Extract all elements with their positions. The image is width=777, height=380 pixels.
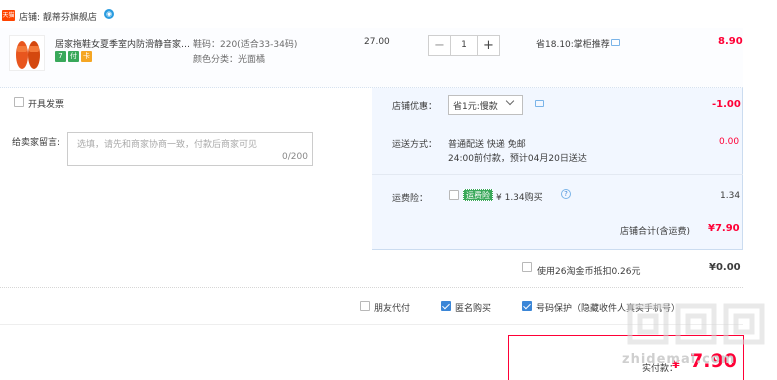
left-panel xyxy=(0,88,372,250)
coupon-discount: -1.00 xyxy=(712,99,741,110)
seven-day-return-icon: 7 xyxy=(55,51,66,62)
increase-button[interactable]: + xyxy=(477,36,499,55)
help-icon[interactable]: ? xyxy=(561,189,571,199)
coin-value: ¥0.00 xyxy=(709,262,741,273)
comment-icon[interactable] xyxy=(535,100,544,107)
invoice-label: 开具发票 xyxy=(28,100,65,110)
shipping-label: 运送方式： xyxy=(392,140,438,150)
product-badges: 7付卡 xyxy=(55,51,94,62)
saving-text: 省18.10:掌柜推荐 xyxy=(536,40,610,50)
watermark-text: zhidemai.com xyxy=(622,352,736,367)
message-placeholder: 选填，请先和商家协商一致，付款后商家可见 xyxy=(77,140,258,150)
decrease-button[interactable]: − xyxy=(429,36,451,55)
insurance-badge: 运费险 xyxy=(463,189,493,201)
anonymous-checkbox[interactable] xyxy=(441,301,451,311)
slipper-image xyxy=(16,41,40,69)
message-label: 给卖家留言: xyxy=(12,138,61,148)
shipping-method: 普通配送 快递 免邮 xyxy=(448,140,526,150)
coupon-selected: 省1元:慢款 xyxy=(453,102,498,112)
shipping-fee: 0.00 xyxy=(719,137,740,147)
card-icon: 卡 xyxy=(81,51,92,62)
item-subtotal: 8.90 xyxy=(718,36,743,47)
insurance-checkbox[interactable] xyxy=(449,190,459,200)
sku-size: 鞋码：220(适合33-34码) xyxy=(193,40,298,50)
unit-price: 27.00 xyxy=(364,37,390,47)
wangwang-icon[interactable]: ◉ xyxy=(104,9,114,19)
product-thumbnail[interactable] xyxy=(9,35,45,71)
comment-icon[interactable] xyxy=(611,39,620,46)
divider xyxy=(372,174,743,175)
insurance-price: ¥ 1.34购买 xyxy=(496,193,543,203)
number-protect-checkbox[interactable] xyxy=(522,301,532,311)
friend-pay-checkbox[interactable] xyxy=(360,301,370,311)
payment-icon: 付 xyxy=(68,51,79,62)
checkout-page: 天猫 店铺: 靓蒂芬旗舰店 ◉ 居家拖鞋女夏季室内防滑静音家… 7付卡 鞋码：2… xyxy=(0,0,777,380)
friend-pay-label: 朋友代付 xyxy=(374,304,411,314)
product-title[interactable]: 居家拖鞋女夏季室内防滑静音家… xyxy=(55,37,190,50)
coupon-label: 店铺优惠： xyxy=(392,102,438,112)
coin-checkbox[interactable] xyxy=(522,262,532,272)
shop-name[interactable]: 店铺: 靓蒂芬旗舰店 xyxy=(19,10,97,23)
coin-label: 使用26淘金币抵扣0.26元 xyxy=(537,267,641,277)
shop-total-label: 店铺合计(含运费) xyxy=(620,227,691,237)
invoice-checkbox[interactable] xyxy=(14,97,24,107)
shipping-eta: 24:00前付款，预计04月20日送达 xyxy=(448,154,587,164)
quantity-input[interactable]: 1 xyxy=(451,36,477,55)
quantity-stepper: − 1 + xyxy=(428,35,500,56)
shop-total-value: ¥7.90 xyxy=(708,223,740,234)
message-counter: 0/200 xyxy=(282,152,308,162)
anonymous-label: 匿名购买 xyxy=(455,304,492,314)
sku-color: 颜色分类：光面橘 xyxy=(193,55,266,65)
insurance-fee: 1.34 xyxy=(720,191,741,201)
tmall-badge: 天猫 xyxy=(2,10,15,21)
insurance-label: 运费险： xyxy=(392,194,429,204)
